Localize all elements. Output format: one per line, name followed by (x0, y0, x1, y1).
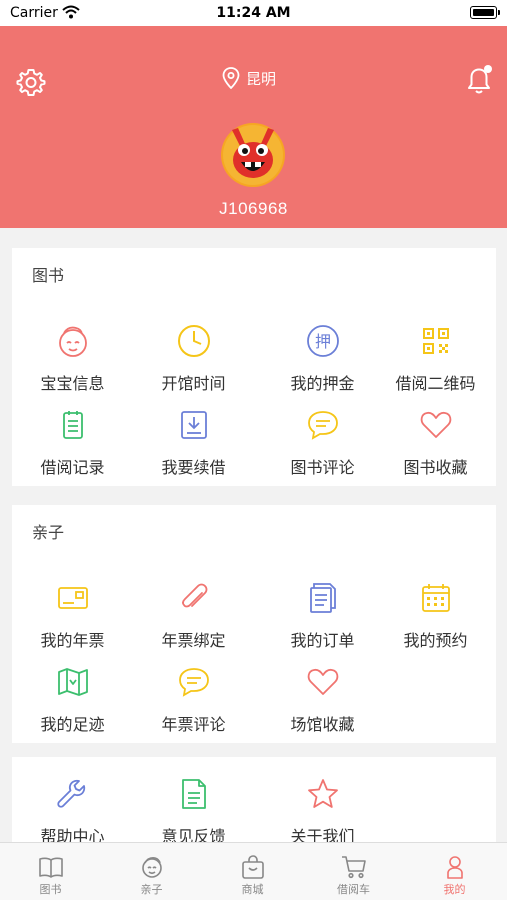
chat-bubble-icon (178, 668, 209, 697)
tab-books-label: 图书 (39, 883, 62, 896)
deposit-icon: 押 (306, 325, 339, 357)
clipboard-icon (62, 411, 83, 439)
person-icon (446, 856, 463, 879)
profile-header: 昆明 J106968 (0, 26, 507, 228)
tab-mine[interactable]: 我的 (404, 855, 505, 897)
tab-parenting[interactable]: 亲子 (101, 855, 202, 897)
qr-code-icon (422, 328, 449, 354)
heart-icon (307, 668, 338, 695)
tab-mine-label: 我的 (443, 883, 466, 896)
section-title-parenting: 亲子 (32, 523, 65, 542)
tab-borrow-cart[interactable]: 借阅车 (303, 855, 404, 897)
calendar-icon (421, 584, 450, 612)
feedback-doc-icon (181, 779, 206, 809)
venue-favorites-label: 场馆收藏 (290, 715, 355, 734)
misc-section: 帮助中心 意见反馈 关于我们 (12, 757, 496, 847)
parenting-section: 亲子 我的年票 年票绑定 我的订单 我的预约 我的足迹 年票评论 场馆收藏 (12, 505, 496, 743)
heart-icon (420, 411, 451, 438)
renew-button[interactable]: 我要续借 (133, 406, 254, 478)
opening-hours-label: 开馆时间 (161, 374, 226, 393)
my-reservations-label: 我的预约 (403, 631, 468, 650)
borrow-qrcode-button[interactable]: 借阅二维码 (375, 322, 496, 394)
my-footprints-label: 我的足迹 (40, 715, 105, 734)
section-title-books: 图书 (32, 266, 65, 285)
my-annual-pass-label: 我的年票 (40, 631, 105, 650)
tab-borrow-cart-label: 借阅车 (337, 883, 370, 896)
baby-info-label: 宝宝信息 (40, 374, 105, 393)
user-id: J106968 (219, 199, 288, 218)
borrow-history-label: 借阅记录 (40, 458, 105, 477)
tab-mall-label: 商城 (241, 883, 264, 896)
opening-hours-button[interactable]: 开馆时间 (133, 322, 254, 394)
baby-face-icon (58, 326, 87, 357)
bind-annual-pass-label: 年票绑定 (161, 631, 226, 650)
annual-pass-reviews-label: 年票评论 (161, 715, 226, 734)
my-orders-label: 我的订单 (290, 631, 355, 650)
card-icon (57, 587, 88, 609)
deposit-icon-char: 押 (314, 332, 330, 351)
about-us-button[interactable]: 关于我们 (262, 775, 383, 847)
wrench-icon (56, 779, 85, 808)
download-box-icon (180, 411, 207, 439)
bell-icon[interactable] (463, 64, 495, 96)
feedback-button[interactable]: 意见反馈 (133, 775, 254, 847)
tab-parenting-label: 亲子 (140, 883, 163, 896)
status-time: 11:24 AM (216, 5, 291, 21)
cart-icon (341, 856, 366, 879)
tab-books[interactable]: 图书 (0, 855, 101, 897)
status-bar: Carrier 11:24 AM (0, 0, 507, 26)
annual-pass-reviews-button[interactable]: 年票评论 (133, 663, 254, 735)
map-icon (57, 668, 88, 696)
avatar[interactable] (220, 122, 286, 188)
books-section: 图书 宝宝信息 开馆时间 押 我的押金 借阅二维码 借阅记录 我要续借 图书评论… (12, 248, 496, 486)
city-label: 昆明 (246, 69, 277, 88)
tab-mall[interactable]: 商城 (202, 855, 303, 897)
book-reviews-label: 图书评论 (290, 458, 355, 477)
paperclip-icon (181, 583, 207, 608)
my-deposit-button[interactable]: 押 我的押金 (262, 322, 383, 394)
shopping-bag-icon (241, 855, 264, 879)
my-orders-button[interactable]: 我的订单 (262, 579, 383, 651)
battery-icon (470, 6, 500, 19)
documents-icon (309, 583, 336, 613)
baby-info-button[interactable]: 宝宝信息 (12, 322, 133, 394)
child-icon (141, 857, 162, 878)
venue-favorites-button[interactable]: 场馆收藏 (262, 663, 383, 735)
star-icon (307, 779, 338, 808)
my-deposit-label: 我的押金 (290, 374, 355, 393)
book-reviews-button[interactable]: 图书评论 (262, 406, 383, 478)
my-reservations-button[interactable]: 我的预约 (375, 579, 496, 651)
gear-icon[interactable] (16, 67, 46, 97)
location-pin-icon (222, 67, 240, 89)
location-selector[interactable]: 昆明 (222, 67, 276, 89)
borrow-qrcode-label: 借阅二维码 (395, 374, 476, 393)
bind-annual-pass-button[interactable]: 年票绑定 (133, 579, 254, 651)
help-center-button[interactable]: 帮助中心 (12, 775, 133, 847)
clock-icon (177, 325, 210, 357)
my-annual-pass-button[interactable]: 我的年票 (12, 579, 133, 651)
book-favorites-label: 图书收藏 (403, 458, 468, 477)
my-footprints-button[interactable]: 我的足迹 (12, 663, 133, 735)
tab-bar: 图书 亲子 商城 借阅车 我的 (0, 842, 507, 900)
chat-bubble-icon (307, 411, 338, 440)
book-icon (38, 857, 63, 878)
borrow-history-button[interactable]: 借阅记录 (12, 406, 133, 478)
renew-label: 我要续借 (161, 458, 226, 477)
book-favorites-button[interactable]: 图书收藏 (375, 406, 496, 478)
